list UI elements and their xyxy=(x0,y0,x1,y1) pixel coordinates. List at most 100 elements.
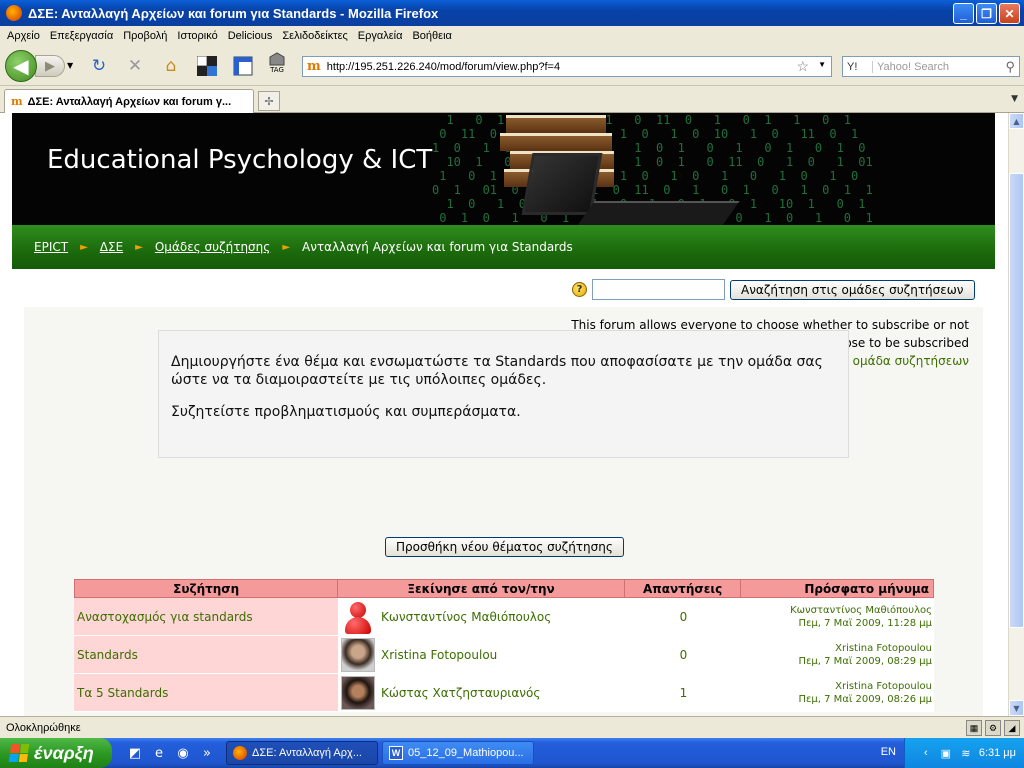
forum-intro: Δημιουργήστε ένα θέμα και ενσωματώστε τα… xyxy=(158,330,849,458)
search-bar[interactable]: Y! Yahoo! Search ⚲ xyxy=(842,56,1020,77)
book-1 xyxy=(506,115,606,133)
tab-label: ΔΣΕ: Ανταλλαγή Αρχείων και forum γ... xyxy=(27,95,232,108)
tray-expand-icon[interactable]: ‹ xyxy=(919,746,933,760)
tab-list-icon[interactable]: ▼ xyxy=(1011,94,1018,104)
delicious-icon[interactable] xyxy=(196,55,218,77)
sidebar-logo xyxy=(233,56,253,76)
tab-favicon: m xyxy=(11,95,23,108)
scrollbar-thumb[interactable] xyxy=(1009,173,1024,628)
col-last-post[interactable]: Πρόσφατο μήνυμα xyxy=(741,580,933,597)
clock[interactable]: 6:31 μμ xyxy=(979,747,1016,759)
discussion-link[interactable]: Τα 5 Standards xyxy=(77,686,168,700)
replies-link[interactable]: 0 xyxy=(680,610,688,624)
menu-edit[interactable]: Επεξεργασία xyxy=(47,30,120,42)
breadcrumb-epict[interactable]: EPICT xyxy=(34,240,68,254)
wireless-icon[interactable]: ≋ xyxy=(959,746,973,760)
user-photo-icon[interactable] xyxy=(341,637,375,672)
author-link[interactable]: Κώστας Χατζησταυριανός xyxy=(381,686,540,700)
desktop-icon[interactable]: ◩ xyxy=(126,744,144,762)
menu-bookmarks[interactable]: Σελιδοδείκτες xyxy=(279,30,354,42)
author-link[interactable]: Xristina Fotopoulou xyxy=(381,648,497,662)
stop-icon[interactable]: ✕ xyxy=(124,55,146,77)
back-forward-group: ▶ ◀ ▼ xyxy=(5,50,77,82)
last-post-author[interactable]: Κωνσταντίνος Μαθιόπουλος xyxy=(790,604,932,617)
start-button[interactable]: έναρξη xyxy=(0,738,112,768)
breadcrumb-separator-icon: ► xyxy=(80,241,88,253)
history-dropdown-icon[interactable]: ▼ xyxy=(67,61,73,70)
tab-current[interactable]: m ΔΣΕ: Ανταλλαγή Αρχείων και forum γ... xyxy=(4,89,254,113)
discussion-link[interactable]: Standards xyxy=(77,648,138,662)
col-discussion[interactable]: Συζήτηση xyxy=(75,580,339,597)
breadcrumb-dse[interactable]: ΔΣΕ xyxy=(100,240,123,254)
vertical-scrollbar[interactable]: ▲ ▼ xyxy=(1008,113,1024,716)
url-dropdown-icon[interactable]: ▼ xyxy=(818,60,826,69)
system-tray: ‹ ▣ ≋ 6:31 μμ xyxy=(904,738,1024,768)
menu-help[interactable]: Βοήθεια xyxy=(409,30,458,42)
windows-logo-icon xyxy=(8,744,30,762)
replies-link[interactable]: 1 xyxy=(680,686,688,700)
tab-strip: m ΔΣΕ: Ανταλλαγή Αρχείων και forum γ... … xyxy=(0,86,1024,113)
taskbar-items: ΔΣΕ: Ανταλλαγή Αρχ... W 05_12_09_Mathiop… xyxy=(226,741,534,765)
new-tab-button[interactable]: ✢ xyxy=(258,91,280,111)
forward-button[interactable]: ▶ xyxy=(35,55,65,77)
menu-file[interactable]: Αρχείο xyxy=(4,30,47,42)
bookmarks-sidebar-icon[interactable] xyxy=(232,55,254,77)
table-row: Standards Xristina Fotopoulou 0 Xristina… xyxy=(74,636,934,674)
word-icon: W xyxy=(389,746,403,760)
forum-search-input[interactable] xyxy=(592,279,725,300)
firefox-icon xyxy=(233,746,247,760)
last-post-date[interactable]: Πεμ, 7 Μαϊ 2009, 08:29 μμ xyxy=(799,655,933,668)
help-icon[interactable]: ? xyxy=(572,282,587,297)
home-icon[interactable]: ⌂ xyxy=(160,55,182,77)
default-user-icon[interactable] xyxy=(341,600,375,634)
delicious-status-icon[interactable]: ▦ xyxy=(966,720,982,736)
search-icon[interactable]: ⚲ xyxy=(1005,59,1019,75)
discussion-link[interactable]: Αναστοχασμός για standards xyxy=(77,610,253,624)
language-indicator[interactable]: EN xyxy=(881,746,896,758)
last-post-date[interactable]: Πεμ, 7 Μαϊ 2009, 11:28 μμ xyxy=(799,617,933,630)
minimize-button[interactable]: _ xyxy=(953,3,974,24)
tag-label: TAG xyxy=(270,66,284,74)
laptop-keyboard xyxy=(569,201,740,225)
col-started-by[interactable]: Ξεκίνησε από τον/την xyxy=(338,580,625,597)
menu-tools[interactable]: Εργαλεία xyxy=(355,30,410,42)
firefox-quicklaunch-icon[interactable]: ◉ xyxy=(174,744,192,762)
scroll-down-icon[interactable]: ▼ xyxy=(1009,700,1024,716)
ie-icon[interactable]: e xyxy=(150,744,168,762)
menu-delicious[interactable]: Delicious xyxy=(225,30,280,42)
back-button[interactable]: ◀ xyxy=(5,50,37,82)
reload-icon[interactable]: ↻ xyxy=(88,55,110,77)
replies-link[interactable]: 0 xyxy=(680,648,688,662)
url-bar[interactable]: m http://195.251.226.240/mod/forum/view.… xyxy=(302,56,832,77)
forum-search-button[interactable]: Αναζήτηση στις ομάδες συζητήσεων xyxy=(730,279,975,300)
tag-icon[interactable]: TAG xyxy=(266,52,288,74)
author-link[interactable]: Κωνσταντίνος Μαθιόπουλος xyxy=(381,610,551,624)
more-icon[interactable]: » xyxy=(198,744,216,762)
breadcrumb-forums[interactable]: Ομάδες συζήτησης xyxy=(155,240,270,254)
maximize-button[interactable]: ❐ xyxy=(976,3,997,24)
last-post-author[interactable]: Xristina Fotopoulou xyxy=(835,642,932,655)
laptop-illustration xyxy=(521,153,740,225)
taskbar-item-firefox[interactable]: ΔΣΕ: Ανταλλαγή Αρχ... xyxy=(226,741,378,765)
network-icon[interactable]: ▣ xyxy=(939,746,953,760)
add-discussion-button[interactable]: Προσθήκη νέου θέματος συζήτησης xyxy=(385,537,624,557)
url-text[interactable]: http://195.251.226.240/mod/forum/view.ph… xyxy=(327,61,560,73)
menu-history[interactable]: Ιστορικό xyxy=(174,30,224,42)
user-photo-icon[interactable] xyxy=(341,675,375,710)
resize-grip-icon[interactable]: ◢ xyxy=(1004,720,1020,736)
last-post-author[interactable]: Xristina Fotopoulou xyxy=(835,680,932,693)
last-post-date[interactable]: Πεμ, 7 Μαϊ 2009, 08:26 μμ xyxy=(799,693,933,706)
page-viewport: 1 0 1 10 1 0 1 0 11 0 1 0 1 1 0 1 0 11 0… xyxy=(0,113,1008,716)
start-label: έναρξη xyxy=(34,742,94,763)
addon-status-icon[interactable]: ⚙ xyxy=(985,720,1001,736)
taskbar-item-word[interactable]: W 05_12_09_Mathiopou... xyxy=(382,741,534,765)
col-replies[interactable]: Απαντήσεις xyxy=(625,580,742,597)
search-engine-icon[interactable]: Y! xyxy=(843,60,873,73)
menubar: Αρχείο Επεξεργασία Προβολή Ιστορικό Deli… xyxy=(0,26,1024,46)
scroll-up-icon[interactable]: ▲ xyxy=(1009,113,1024,129)
bookmark-star-icon[interactable]: ☆ xyxy=(796,58,809,75)
menu-view[interactable]: Προβολή xyxy=(120,30,174,42)
close-button[interactable]: ✕ xyxy=(999,3,1020,24)
search-input[interactable]: Yahoo! Search xyxy=(873,61,1005,73)
taskbar-item-label: ΔΣΕ: Ανταλλαγή Αρχ... xyxy=(252,747,362,759)
